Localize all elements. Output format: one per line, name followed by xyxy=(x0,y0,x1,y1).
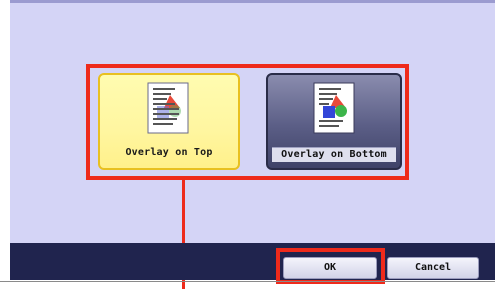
bottom-divider-line xyxy=(0,281,495,282)
panel-screen xyxy=(10,0,495,280)
overlay-on-bottom-label: Overlay on Bottom xyxy=(272,147,396,162)
cancel-button[interactable]: Cancel xyxy=(387,257,479,279)
overlay-on-top-label: Overlay on Top xyxy=(125,147,213,158)
overlay-on-top-button[interactable]: Overlay on Top xyxy=(98,73,240,170)
ok-button[interactable]: OK xyxy=(283,257,377,279)
overlay-on-bottom-icon xyxy=(313,82,355,134)
screen-top-border xyxy=(10,0,495,3)
overlay-on-bottom-button[interactable]: Overlay on Bottom xyxy=(266,73,402,170)
overlay-on-top-icon xyxy=(147,82,189,134)
